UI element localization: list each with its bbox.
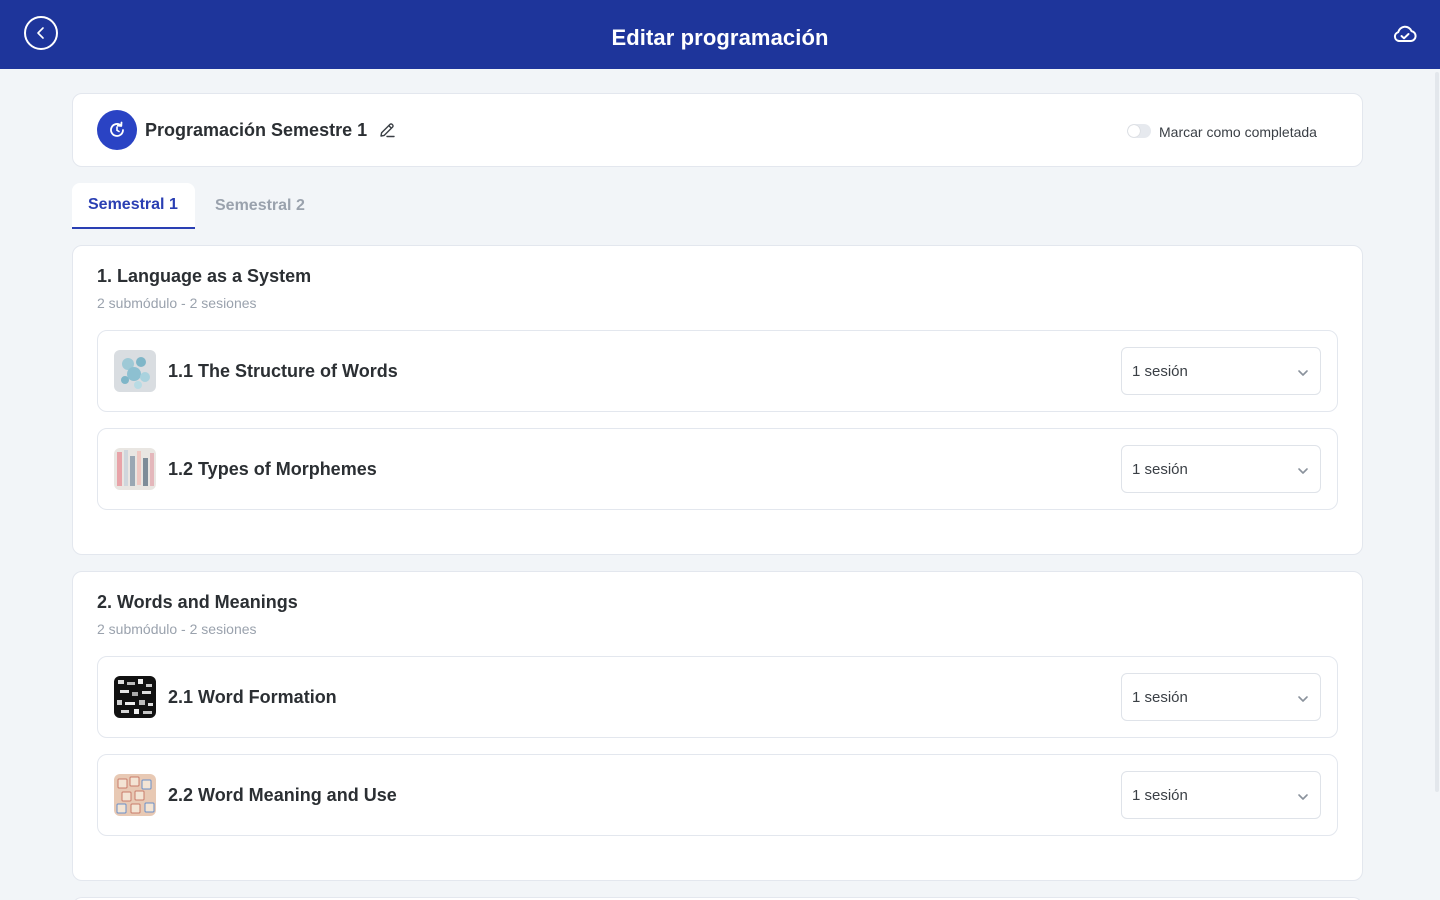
completed-toggle[interactable] xyxy=(1127,124,1151,138)
scrollbar-thumb[interactable] xyxy=(1435,72,1439,792)
completed-toggle-label: Marcar como completada xyxy=(1159,124,1317,140)
chevron-down-icon xyxy=(1298,468,1308,474)
sessions-select[interactable]: 1 sesión xyxy=(1121,445,1321,493)
top-bar: Editar programación xyxy=(0,0,1440,69)
submodule-thumbnail xyxy=(114,774,156,816)
module-meta: 2 submódulo - 2 sesiones xyxy=(97,621,257,637)
sessions-select[interactable]: 1 sesión xyxy=(1121,673,1321,721)
program-name: Programación Semestre 1 xyxy=(145,120,368,140)
module-card: 1. Language as a System 2 submódulo - 2 … xyxy=(72,245,1363,555)
submodule-thumbnail xyxy=(114,448,156,490)
module-card: 2. Words and Meanings 2 submódulo - 2 se… xyxy=(72,571,1363,881)
cloud-check-icon xyxy=(1393,25,1417,42)
submodule-row[interactable]: 2.1 Word Formation 1 sesión xyxy=(97,656,1338,738)
chevron-down-icon xyxy=(1298,794,1308,800)
submodule-title: 2.1 Word Formation xyxy=(168,687,337,707)
refresh-clock-icon xyxy=(97,110,137,150)
module-title: 2. Words and Meanings xyxy=(97,592,298,612)
submodule-row[interactable]: 2.2 Word Meaning and Use 1 sesión xyxy=(97,754,1338,836)
page-title: Editar programación xyxy=(611,24,829,50)
submodule-thumbnail xyxy=(114,350,156,392)
tab-semestral-2[interactable]: Semestral 2 xyxy=(199,183,321,229)
module-title: 1. Language as a System xyxy=(97,266,312,286)
sessions-select-value: 1 sesión xyxy=(1132,787,1188,804)
sessions-select[interactable]: 1 sesión xyxy=(1121,771,1321,819)
sessions-select-value: 1 sesión xyxy=(1132,689,1188,706)
submodule-title: 1.2 Types of Morphemes xyxy=(168,459,377,479)
toggle-knob xyxy=(1128,125,1140,137)
sessions-select-value: 1 sesión xyxy=(1132,363,1188,380)
chevron-left-icon xyxy=(37,27,44,39)
program-card: Programación Semestre 1 Marcar como comp… xyxy=(72,93,1363,167)
pencil-icon[interactable] xyxy=(378,121,396,139)
sessions-select-value: 1 sesión xyxy=(1132,461,1188,478)
submodule-title: 1.1 The Structure of Words xyxy=(168,361,398,381)
module-meta: 2 submódulo - 2 sesiones xyxy=(97,295,257,311)
chevron-down-icon xyxy=(1298,370,1308,376)
submodule-row[interactable]: 1.2 Types of Morphemes 1 sesión xyxy=(97,428,1338,510)
back-button[interactable] xyxy=(24,16,58,50)
tab-semestral-1[interactable]: Semestral 1 xyxy=(72,183,195,229)
submodule-row[interactable]: 1.1 The Structure of Words 1 sesión xyxy=(97,330,1338,412)
submodule-thumbnail xyxy=(114,676,156,718)
chevron-down-icon xyxy=(1298,696,1308,702)
cloud-save-button[interactable] xyxy=(1392,24,1418,44)
sessions-select[interactable]: 1 sesión xyxy=(1121,347,1321,395)
submodule-title: 2.2 Word Meaning and Use xyxy=(168,785,397,805)
